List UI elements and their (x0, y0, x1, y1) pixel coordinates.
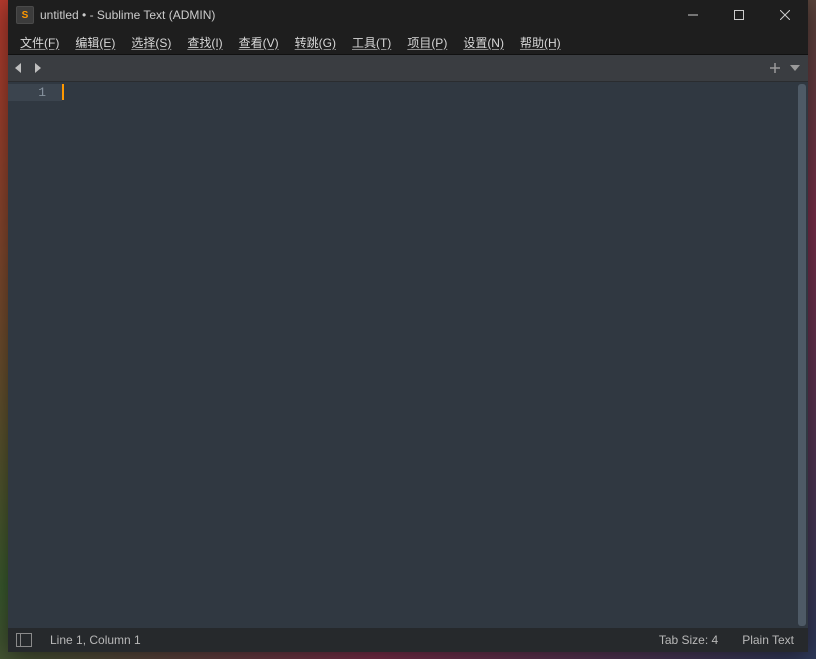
menu-file[interactable]: 文件(F) (12, 32, 67, 53)
chevron-left-icon (14, 63, 24, 73)
text-caret (62, 84, 64, 100)
maximize-button[interactable] (716, 0, 762, 30)
scrollbar-thumb[interactable] (798, 84, 806, 626)
line-number: 1 (8, 84, 62, 101)
gutter: 1 (8, 82, 62, 628)
menu-goto[interactable]: 转跳(G) (287, 32, 344, 53)
tab-next-button[interactable] (30, 61, 44, 75)
minimize-icon (688, 10, 698, 20)
menu-tools[interactable]: 工具(T) (344, 32, 399, 53)
menu-project[interactable]: 项目(P) (399, 32, 455, 53)
chevron-down-icon (790, 63, 800, 73)
titlebar: S untitled • - Sublime Text (ADMIN) (8, 0, 808, 30)
close-icon (780, 10, 790, 20)
status-cursor-position[interactable]: Line 1, Column 1 (44, 633, 147, 647)
app-window: S untitled • - Sublime Text (ADMIN) 文件(F… (8, 0, 808, 652)
menu-settings[interactable]: 设置(N) (455, 32, 512, 53)
menu-edit[interactable]: 编辑(E) (67, 32, 123, 53)
menu-find[interactable]: 查找(I) (179, 32, 230, 53)
code-area[interactable] (62, 82, 796, 628)
tab-dropdown-button[interactable] (788, 61, 802, 75)
maximize-icon (734, 10, 744, 20)
tab-prev-button[interactable] (12, 61, 26, 75)
new-tab-button[interactable] (768, 61, 782, 75)
editor-area[interactable]: 1 (8, 82, 808, 628)
menubar: 文件(F) 编辑(E) 选择(S) 查找(I) 查看(V) 转跳(G) 工具(T… (8, 30, 808, 55)
menu-help[interactable]: 帮助(H) (512, 32, 569, 53)
menu-view[interactable]: 查看(V) (231, 32, 287, 53)
vertical-scrollbar[interactable] (796, 82, 808, 628)
window-title: untitled • - Sublime Text (ADMIN) (40, 8, 215, 22)
status-tab-size[interactable]: Tab Size: 4 (653, 633, 724, 647)
minimize-button[interactable] (670, 0, 716, 30)
panel-switcher-icon[interactable] (16, 633, 32, 647)
statusbar: Line 1, Column 1 Tab Size: 4 Plain Text (8, 628, 808, 652)
menu-select[interactable]: 选择(S) (123, 32, 179, 53)
plus-icon (770, 63, 780, 73)
close-button[interactable] (762, 0, 808, 30)
tabstrip (8, 55, 808, 82)
app-icon: S (16, 6, 34, 24)
status-syntax[interactable]: Plain Text (736, 633, 800, 647)
chevron-right-icon (32, 63, 42, 73)
